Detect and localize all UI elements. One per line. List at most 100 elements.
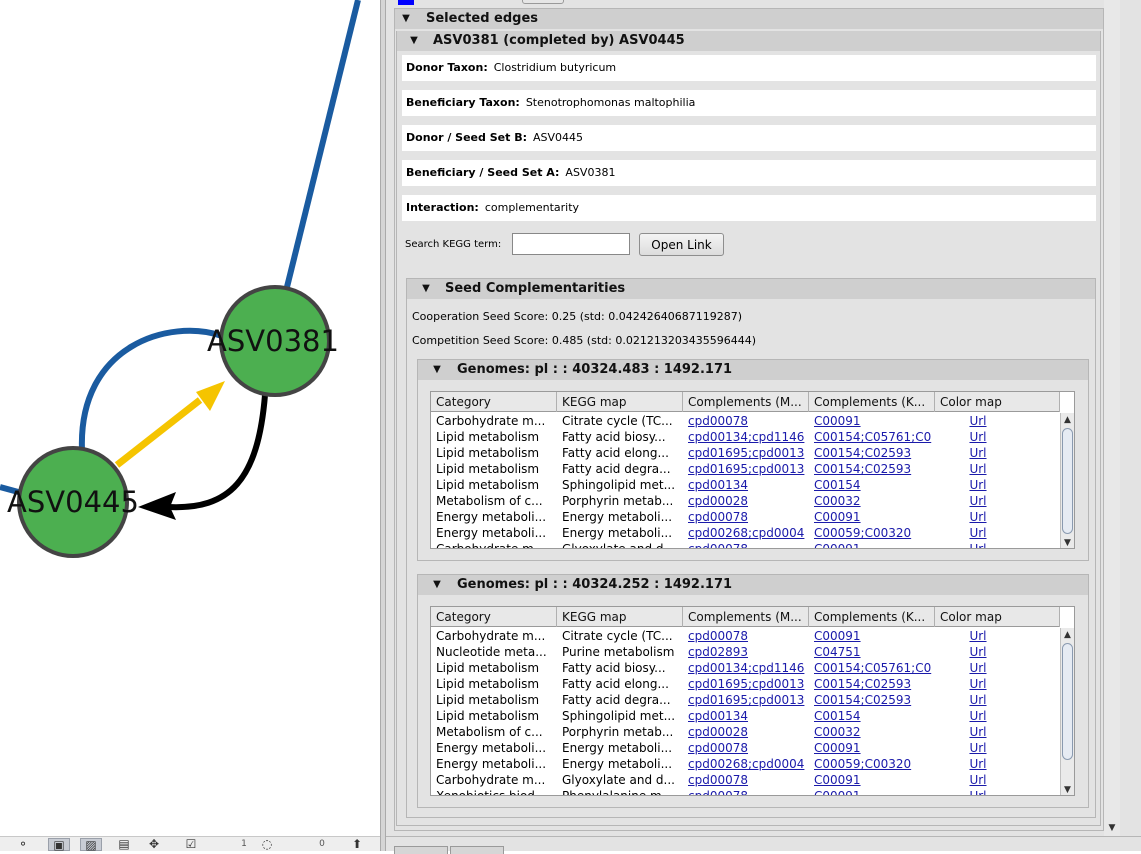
column-category[interactable]: Category — [431, 607, 557, 627]
url-link[interactable]: Url — [935, 676, 1021, 692]
compound-link[interactable]: cpd00078 — [683, 413, 809, 429]
compound-link[interactable]: cpd01695;cpd0013 — [683, 445, 809, 461]
scroll-down-icon[interactable]: ▼ — [1061, 783, 1074, 795]
compound-link[interactable]: cpd01695;cpd0013 — [683, 692, 809, 708]
kegg-compound-link[interactable]: C00032 — [809, 724, 935, 740]
column-color-map[interactable]: Color map — [935, 392, 1060, 412]
select-edges-icon[interactable]: ▨ — [80, 838, 102, 852]
scroll-up-icon[interactable]: ▲ — [1061, 413, 1074, 427]
open-link-button[interactable]: Open Link — [639, 233, 724, 256]
url-link[interactable]: Url — [935, 788, 1021, 795]
compound-link[interactable]: cpd01695;cpd0013 — [683, 461, 809, 477]
kegg-compound-link[interactable]: C00154;C02593 — [809, 676, 935, 692]
column-color-map[interactable]: Color map — [935, 607, 1060, 627]
compound-link[interactable]: cpd01695;cpd0013 — [683, 676, 809, 692]
genome-1-table[interactable]: Category KEGG map Complements (M... Comp… — [430, 391, 1075, 549]
network-canvas[interactable]: ASV0381 ASV0445 — [0, 0, 380, 851]
edge-header[interactable]: ▼ ASV0381 (completed by) ASV0445 — [397, 31, 1100, 51]
url-link[interactable]: Url — [935, 541, 1021, 548]
edge-selected-yellow[interactable] — [114, 397, 203, 468]
tree-layout-icon[interactable]: ⚬ — [12, 838, 34, 851]
kegg-compound-link[interactable]: C00154 — [809, 708, 935, 724]
panel-scrollbar[interactable]: ▼ — [1104, 0, 1120, 836]
kegg-compound-link[interactable]: C00091 — [809, 541, 935, 548]
scroll-down-icon[interactable]: ▼ — [1061, 536, 1074, 548]
checkbox-icon[interactable]: ☑ — [180, 838, 202, 851]
column-complements-k[interactable]: Complements (K... — [809, 392, 935, 412]
compound-link[interactable]: cpd00134 — [683, 477, 809, 493]
url-link[interactable]: Url — [935, 772, 1021, 788]
url-link[interactable]: Url — [935, 525, 1021, 541]
expand-icon[interactable]: ⬆ — [346, 838, 368, 851]
kegg-compound-link[interactable]: C00032 — [809, 493, 935, 509]
url-link[interactable]: Url — [935, 429, 1021, 445]
kegg-compound-link[interactable]: C00154;C02593 — [809, 461, 935, 477]
kegg-compound-link[interactable]: C00154;C05761;C0 — [809, 660, 935, 676]
kegg-compound-link[interactable]: C00154;C05761;C0 — [809, 429, 935, 445]
url-link[interactable]: Url — [935, 692, 1021, 708]
move-tool-icon[interactable]: ✥ — [143, 838, 165, 851]
compound-link[interactable]: cpd00078 — [683, 788, 809, 795]
compound-link[interactable]: cpd00028 — [683, 493, 809, 509]
kegg-compound-link[interactable]: C00154;C02593 — [809, 445, 935, 461]
compound-link[interactable]: cpd02893 — [683, 644, 809, 660]
bottom-tab-2[interactable] — [450, 846, 504, 854]
compound-link[interactable]: cpd00268;cpd0004 — [683, 525, 809, 541]
compound-link[interactable]: cpd00134 — [683, 708, 809, 724]
url-link[interactable]: Url — [935, 477, 1021, 493]
compound-link[interactable]: cpd00028 — [683, 724, 809, 740]
compound-link[interactable]: cpd00078 — [683, 509, 809, 525]
compound-link[interactable]: cpd00078 — [683, 740, 809, 756]
collapse-icon[interactable]: ▼ — [430, 360, 444, 380]
scroll-thumb[interactable] — [1062, 643, 1073, 760]
url-link[interactable]: Url — [935, 628, 1021, 644]
url-link[interactable]: Url — [935, 644, 1021, 660]
column-complements-m[interactable]: Complements (M... — [683, 392, 809, 412]
kegg-compound-link[interactable]: C00091 — [809, 788, 935, 795]
scroll-down-icon[interactable]: ▼ — [1104, 820, 1120, 836]
genome-2-table[interactable]: Category KEGG map Complements (M... Comp… — [430, 606, 1075, 796]
url-link[interactable]: Url — [935, 493, 1021, 509]
kegg-compound-link[interactable]: C00154;C02593 — [809, 692, 935, 708]
kegg-compound-link[interactable]: C04751 — [809, 644, 935, 660]
kegg-compound-link[interactable]: C00059;C00320 — [809, 756, 935, 772]
url-link[interactable]: Url — [935, 724, 1021, 740]
scroll-up-icon[interactable]: ▲ — [1061, 628, 1074, 642]
color-swatch[interactable] — [398, 0, 414, 5]
kegg-compound-link[interactable]: C00091 — [809, 772, 935, 788]
search-kegg-input[interactable] — [512, 233, 630, 255]
kegg-compound-link[interactable]: C00091 — [809, 628, 935, 644]
url-link[interactable]: Url — [935, 445, 1021, 461]
compound-link[interactable]: cpd00078 — [683, 772, 809, 788]
url-link[interactable]: Url — [935, 708, 1021, 724]
column-kegg-map[interactable]: KEGG map — [557, 607, 683, 627]
edge-asv0381-offscreen[interactable] — [284, 0, 361, 288]
bottom-tab-1[interactable] — [394, 846, 448, 854]
compound-link[interactable]: cpd00134;cpd1146 — [683, 660, 809, 676]
network-view[interactable]: ASV0381 ASV0445 ⚬ ▣ ▨ ▤ ✥ ☑ 1 ◌ 0 ⬆ — [0, 0, 380, 852]
select-nodes-icon[interactable]: ▣ — [48, 838, 70, 852]
compound-link[interactable]: cpd00134;cpd1146 — [683, 429, 809, 445]
seed-complementarities-header[interactable]: ▼ Seed Complementarities — [407, 279, 1095, 299]
column-complements-k[interactable]: Complements (K... — [809, 607, 935, 627]
table-scrollbar[interactable]: ▲ ▼ — [1060, 413, 1074, 548]
compound-link[interactable]: cpd00078 — [683, 628, 809, 644]
select-annotations-icon[interactable]: ▤ — [113, 838, 135, 851]
collapse-icon[interactable]: ▼ — [430, 575, 444, 595]
kegg-compound-link[interactable]: C00154 — [809, 477, 935, 493]
genome-1-header[interactable]: ▼ Genomes: pl : : 40324.483 : 1492.171 — [418, 360, 1088, 380]
genome-2-header[interactable]: ▼ Genomes: pl : : 40324.252 : 1492.171 — [418, 575, 1088, 595]
kegg-compound-link[interactable]: C00059;C00320 — [809, 525, 935, 541]
column-category[interactable]: Category — [431, 392, 557, 412]
url-link[interactable]: Url — [935, 413, 1021, 429]
compound-link[interactable]: cpd00268;cpd0004 — [683, 756, 809, 772]
kegg-compound-link[interactable]: C00091 — [809, 413, 935, 429]
url-link[interactable]: Url — [935, 461, 1021, 477]
collapse-icon[interactable]: ▼ — [419, 279, 433, 299]
hidden-eye-icon[interactable]: ◌ — [256, 838, 278, 851]
kegg-compound-link[interactable]: C00091 — [809, 509, 935, 525]
compound-link[interactable]: cpd00078 — [683, 541, 809, 548]
column-kegg-map[interactable]: KEGG map — [557, 392, 683, 412]
url-link[interactable]: Url — [935, 740, 1021, 756]
collapse-icon[interactable]: ▼ — [399, 9, 413, 29]
